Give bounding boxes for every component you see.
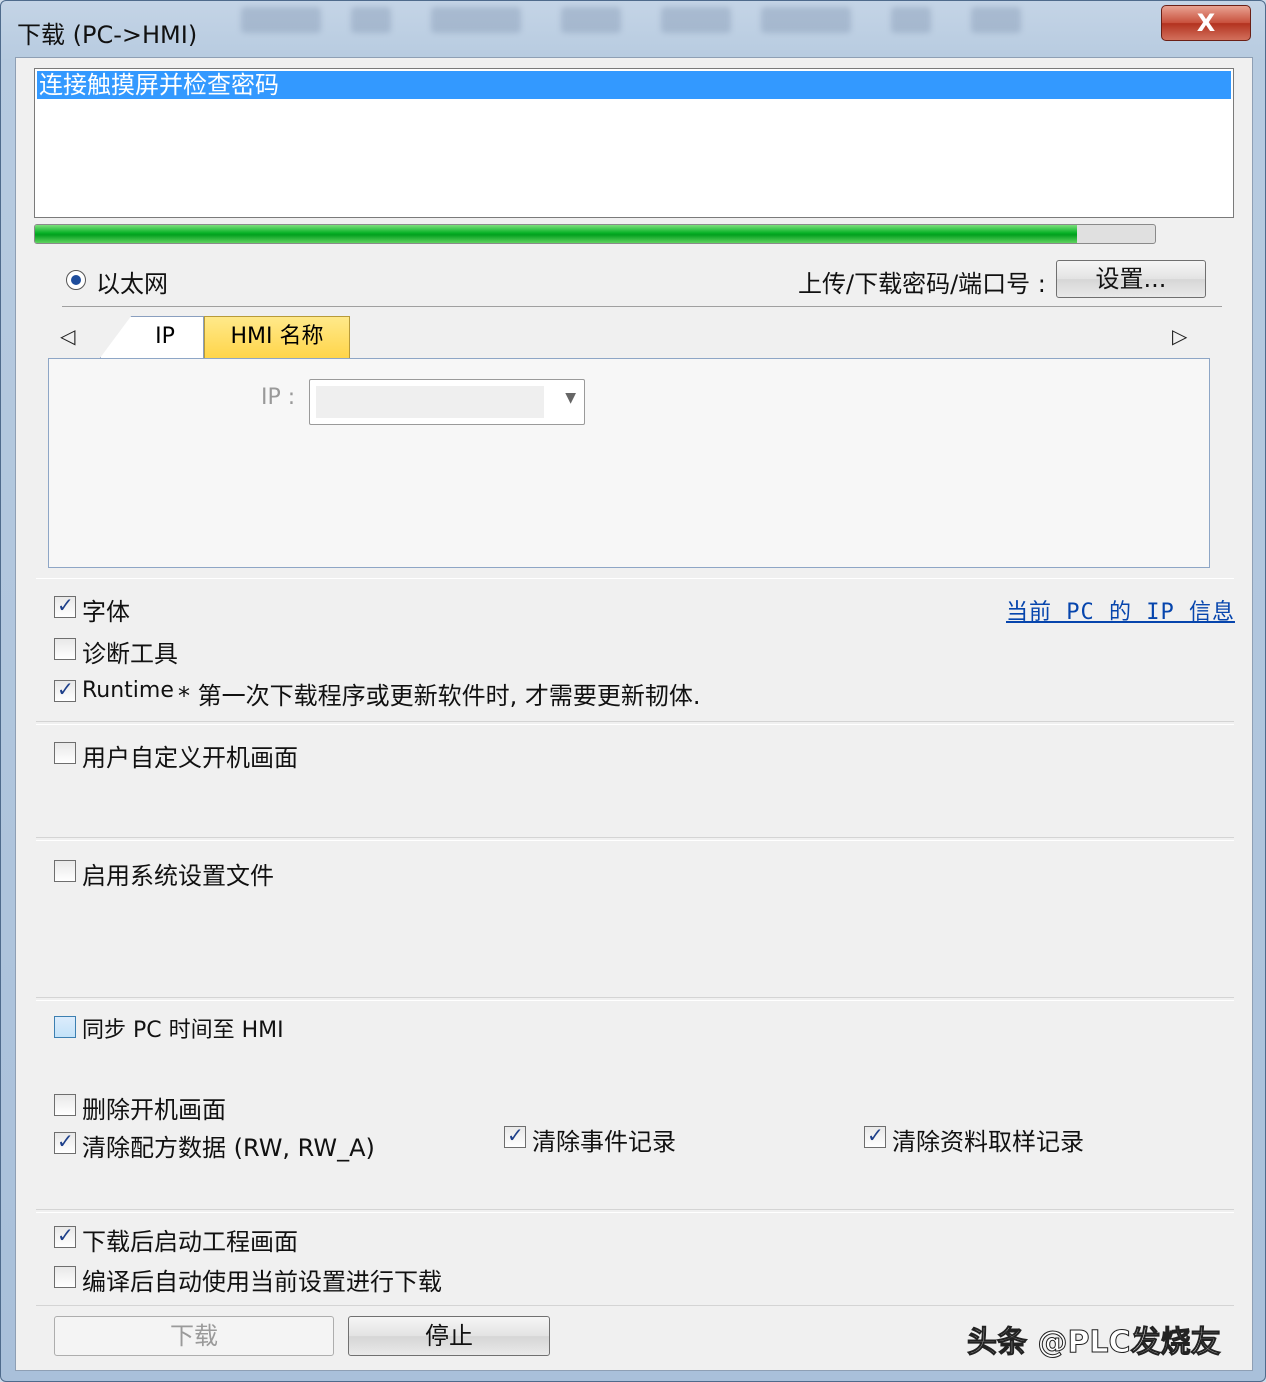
font-checkbox[interactable]: [54, 593, 76, 618]
clear-recipe-label: 清除配方数据 (RW, RW_A): [82, 1134, 375, 1162]
clear-sampling-checkbox[interactable]: [864, 1123, 886, 1148]
download-dialog: 下载 (PC->HMI) X 连接触摸屏并检查密码 以太网 上传/下载密码/端口…: [0, 0, 1266, 1382]
download-progress-bar: [34, 224, 1156, 244]
clear-recipe-checkbox[interactable]: [54, 1129, 76, 1154]
divider: [62, 306, 1222, 307]
window-title: 下载 (PC->HMI): [17, 21, 198, 49]
tab-scroll-right-icon[interactable]: ▷: [1172, 324, 1187, 348]
delete-boot-screen-checkbox[interactable]: [54, 1094, 76, 1116]
ip-field-label: IP :: [261, 385, 296, 410]
background-blur: [241, 7, 321, 33]
password-port-label: 上传/下载密码/端口号 :: [798, 270, 1046, 298]
background-blur: [431, 7, 521, 33]
system-settings-file-label: 启用系统设置文件: [82, 862, 274, 890]
background-blur: [351, 7, 391, 33]
stop-button[interactable]: 停止: [348, 1316, 550, 1356]
pc-ip-info-link[interactable]: 当前 PC 的 IP 信息: [1006, 594, 1235, 626]
background-blur: [661, 7, 731, 33]
clear-sampling-label: 清除资料取样记录: [892, 1128, 1084, 1156]
diagnostic-tool-label: 诊断工具: [82, 640, 178, 668]
delete-boot-screen-label: 删除开机画面: [82, 1096, 226, 1124]
diagnostic-tool-checkbox[interactable]: [54, 638, 76, 660]
auto-download-label: 编译后自动使用当前设置进行下载: [82, 1268, 442, 1296]
sync-time-checkbox[interactable]: [54, 1016, 76, 1038]
clear-event-checkbox[interactable]: [504, 1123, 526, 1148]
tab-ip[interactable]: IP: [100, 316, 204, 358]
download-button[interactable]: 下载: [54, 1316, 334, 1356]
start-after-download-checkbox[interactable]: [54, 1223, 76, 1248]
background-blur: [971, 7, 1021, 33]
runtime-note: * 第一次下载程序或更新软件时, 才需要更新韧体.: [178, 682, 701, 710]
system-settings-file-checkbox[interactable]: [54, 860, 76, 882]
auto-download-checkbox[interactable]: [54, 1266, 76, 1288]
tab-hmi-name[interactable]: HMI 名称: [204, 316, 350, 358]
runtime-checkbox[interactable]: [54, 677, 76, 702]
dialog-body: 连接触摸屏并检查密码 以太网 上传/下载密码/端口号 : 设置... ◁ IP …: [15, 57, 1253, 1371]
title-bar[interactable]: 下载 (PC->HMI) X: [1, 1, 1265, 57]
watermark: 头条 @PLC发烧友: [967, 1325, 1222, 1361]
tab-scroll-left-icon[interactable]: ◁: [60, 324, 75, 348]
background-blur: [761, 7, 851, 33]
tab-hmi-name-label: HMI 名称: [230, 324, 324, 349]
background-blur: [891, 7, 931, 33]
ethernet-radio[interactable]: [66, 270, 86, 290]
runtime-label: Runtime: [82, 678, 174, 703]
ip-value: [316, 386, 544, 418]
settings-button[interactable]: 设置...: [1056, 260, 1206, 298]
status-log[interactable]: 连接触摸屏并检查密码: [34, 68, 1234, 218]
close-icon: X: [1196, 9, 1216, 37]
font-label: 字体: [82, 598, 130, 626]
background-blur: [561, 7, 621, 33]
sync-time-label: 同步 PC 时间至 HMI: [82, 1018, 284, 1043]
progress-fill: [35, 225, 1077, 243]
clear-event-label: 清除事件记录: [532, 1128, 676, 1156]
ethernet-label: 以太网: [96, 270, 168, 298]
tab-ip-label: IP: [155, 324, 175, 349]
close-button[interactable]: X: [1161, 5, 1251, 41]
ip-combobox[interactable]: ▼: [309, 379, 585, 425]
chevron-down-icon[interactable]: ▼: [565, 390, 576, 406]
custom-boot-screen-checkbox[interactable]: [54, 742, 76, 764]
custom-boot-screen-label: 用户自定义开机画面: [82, 744, 298, 772]
log-item[interactable]: 连接触摸屏并检查密码: [37, 71, 1231, 99]
tab-panel-ip: IP : ▼: [48, 358, 1210, 568]
start-after-download-label: 下载后启动工程画面: [82, 1228, 298, 1256]
